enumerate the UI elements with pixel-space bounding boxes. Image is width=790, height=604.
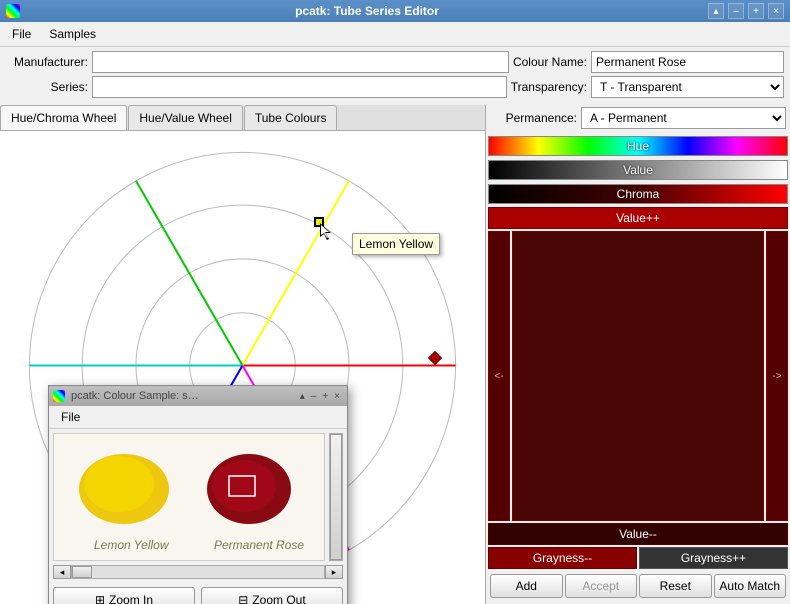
manufacturer-input[interactable] (92, 51, 509, 73)
reset-button[interactable]: Reset (639, 574, 712, 598)
app-icon (6, 4, 20, 18)
lemon-yellow-marker[interactable] (314, 217, 324, 227)
sample-shade-button[interactable]: ▴ (300, 391, 305, 402)
colour-editor-panel: Permanence: A - Permanent Hue Value Chro… (485, 105, 790, 604)
menu-file[interactable]: File (4, 24, 39, 44)
colour-name-input[interactable] (591, 51, 784, 73)
shade-button[interactable]: ▴ (708, 3, 724, 19)
hue-right-button[interactable]: -> (766, 231, 788, 521)
permanence-label: Permanence: (490, 111, 577, 125)
zoom-out-button[interactable]: ⊟Zoom Out (201, 587, 343, 604)
sample-close-button[interactable]: × (334, 391, 340, 402)
close-button[interactable]: × (768, 3, 784, 19)
transparency-select[interactable]: T - Transparent (591, 76, 784, 98)
permanence-select[interactable]: A - Permanent (581, 107, 786, 129)
svg-text:Lemon Yellow: Lemon Yellow (94, 538, 170, 552)
value-slider[interactable]: Value (488, 160, 788, 180)
fields-area: Manufacturer: Colour Name: Series: Trans… (0, 47, 790, 105)
sample-title: pcatk: Colour Sample: s… (71, 390, 297, 402)
cursor-icon (320, 223, 334, 241)
svg-text:Permanent Rose: Permanent Rose (214, 538, 304, 552)
accept-button[interactable]: Accept (565, 574, 638, 598)
hue-indicator[interactable] (430, 353, 440, 363)
zoom-out-icon: ⊟ (238, 593, 248, 604)
window-title: pcatk: Tube Series Editor (26, 4, 708, 18)
sample-image[interactable]: Lemon Yellow Permanent Rose (53, 433, 325, 561)
maximize-button[interactable]: + (748, 3, 764, 19)
window-titlebar: pcatk: Tube Series Editor ▴ – + × (0, 0, 790, 22)
scroll-left-button[interactable]: ◂ (53, 565, 71, 579)
auto-match-button[interactable]: Auto Match (714, 574, 787, 598)
scroll-right-button[interactable]: ▸ (325, 565, 343, 579)
menubar: File Samples (0, 22, 790, 47)
grayness-minus-button[interactable]: Grayness-- (488, 547, 637, 569)
series-label: Series: (6, 80, 88, 94)
minimize-button[interactable]: – (728, 3, 744, 19)
sample-maximize-button[interactable]: + (322, 391, 328, 402)
colour-name-label: Colour Name: (513, 55, 587, 69)
sample-vscrollbar[interactable] (329, 433, 343, 561)
colour-wheel[interactable]: Lemon Yellow pcatk: Colour Sample: s… ▴ … (0, 131, 485, 604)
hue-slider[interactable]: Hue (488, 136, 788, 156)
action-buttons: Add Accept Reset Auto Match (488, 570, 788, 602)
add-button[interactable]: Add (490, 574, 563, 598)
grayness-plus-button[interactable]: Grayness++ (639, 547, 788, 569)
value-plus-button[interactable]: Value++ (488, 207, 788, 229)
scroll-thumb[interactable] (72, 566, 92, 578)
sample-titlebar[interactable]: pcatk: Colour Sample: s… ▴ – + × (49, 386, 347, 406)
sample-menu-file[interactable]: File (53, 407, 88, 427)
sample-app-icon (53, 390, 65, 402)
colour-sample-window[interactable]: pcatk: Colour Sample: s… ▴ – + × File (48, 385, 348, 604)
transparency-label: Transparency: (511, 80, 587, 94)
tab-hue-value[interactable]: Hue/Value Wheel (128, 105, 243, 130)
manufacturer-label: Manufacturer: (6, 55, 88, 69)
tab-hue-chroma[interactable]: Hue/Chroma Wheel (0, 105, 127, 130)
colour-swatch[interactable] (512, 231, 764, 521)
series-input[interactable] (92, 76, 507, 98)
tab-tube-colours[interactable]: Tube Colours (244, 105, 338, 130)
sample-minimize-button[interactable]: – (311, 391, 317, 402)
tab-bar: Hue/Chroma Wheel Hue/Value Wheel Tube Co… (0, 105, 485, 131)
value-minus-button[interactable]: Value-- (488, 523, 788, 545)
zoom-in-button[interactable]: ⊞Zoom In (53, 587, 195, 604)
zoom-in-icon: ⊞ (95, 593, 105, 604)
chroma-slider[interactable]: Chroma (488, 184, 788, 204)
hue-left-button[interactable]: <- (488, 231, 510, 521)
tooltip-lemon-yellow: Lemon Yellow (352, 233, 440, 255)
sample-hscrollbar[interactable]: ◂ ▸ (53, 565, 343, 579)
menu-samples[interactable]: Samples (41, 24, 104, 44)
